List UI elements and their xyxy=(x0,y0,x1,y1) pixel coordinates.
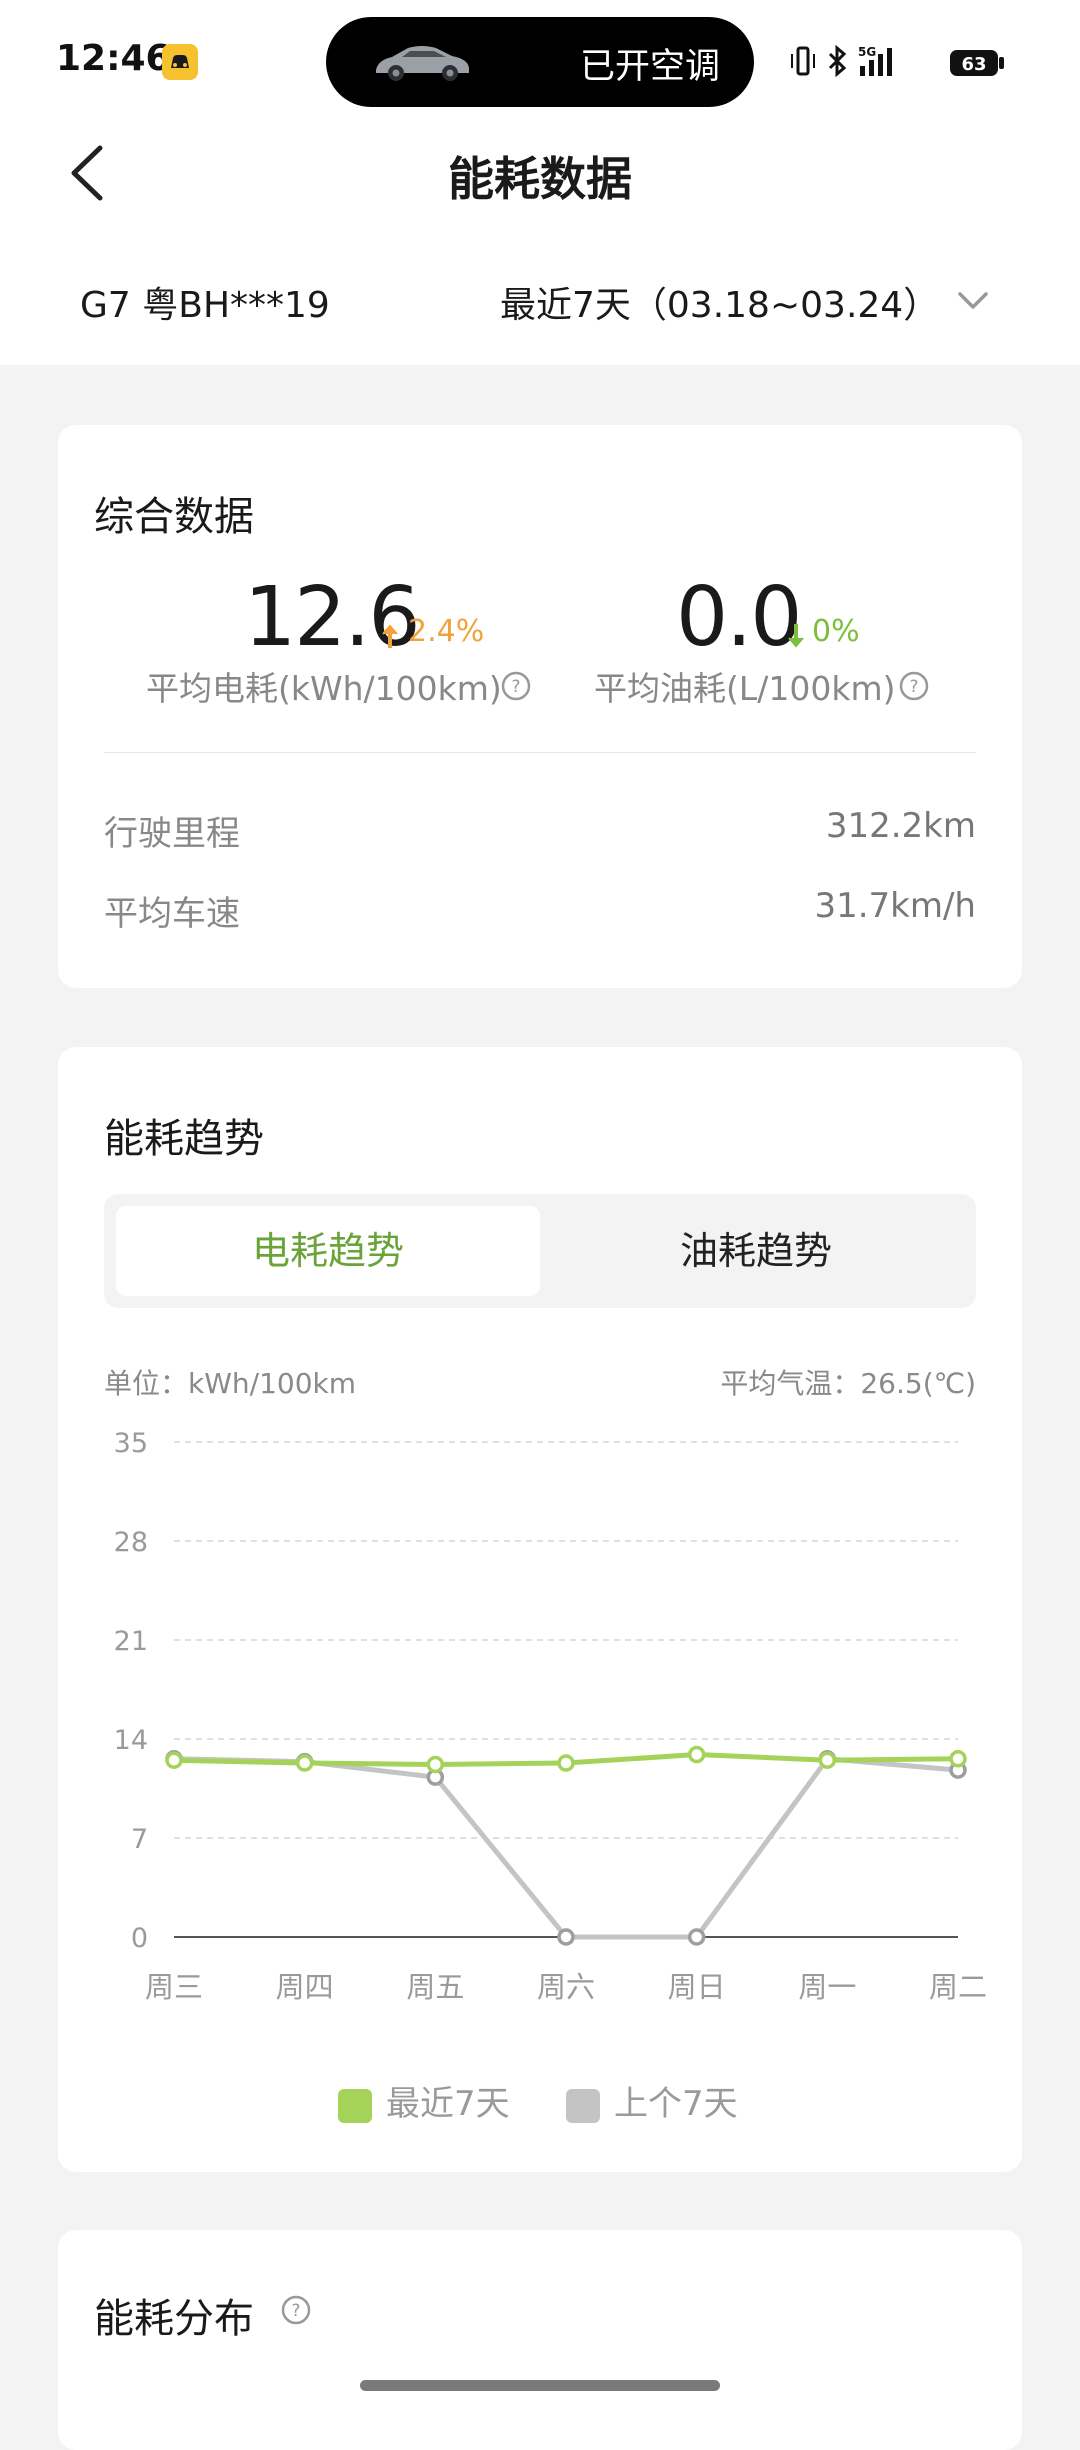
legend-swatch-recent xyxy=(338,2088,372,2123)
home-indicator[interactable] xyxy=(360,2380,720,2391)
data-point-previous xyxy=(687,1928,706,1946)
tab-electric-trend[interactable]: 电耗趋势 xyxy=(116,1206,540,1296)
legend-item-recent[interactable]: 最近7天 xyxy=(338,2076,510,2125)
svg-text:5G: 5G xyxy=(858,45,876,59)
svg-text:?: ? xyxy=(511,677,520,697)
fuel-change: 0% xyxy=(812,614,860,649)
y-tick-label: 35 xyxy=(114,1428,148,1459)
avg-electric-value: 12.6 xyxy=(244,570,421,665)
avg-temperature: 平均气温：26.5(℃) xyxy=(720,1367,976,1400)
avg-fuel-value: 0.0 xyxy=(676,570,802,665)
date-range-selector[interactable]: 最近7天（03.18~03.24） xyxy=(500,276,939,328)
energy-trend-chart: 0 7 14 21 28 35 周三 周四 周五 周六 周日 周一 周二 xyxy=(114,1428,987,2004)
tab-fuel-trend[interactable]: 油耗趋势 xyxy=(546,1206,966,1296)
signal-icon: 5G xyxy=(858,45,892,76)
x-tick-label: 周日 xyxy=(668,1970,726,2004)
chevron-down-icon[interactable] xyxy=(955,286,991,316)
help-icon[interactable]: ? xyxy=(280,2294,312,2326)
electric-change: 2.4% xyxy=(408,614,485,649)
x-tick-label: 周六 xyxy=(537,1970,595,2004)
data-point-recent xyxy=(426,1755,445,1774)
system-icons: 5G 63 xyxy=(790,42,1020,82)
x-tick-label: 周三 xyxy=(145,1970,203,2004)
svg-text:?: ? xyxy=(291,2301,300,2321)
island-status-text: 已开空调 xyxy=(580,47,721,87)
avg-fuel-label: 平均油耗(L/100km) xyxy=(594,669,896,708)
x-tick-label: 周四 xyxy=(276,1970,334,2004)
legend-swatch-previous xyxy=(566,2088,600,2123)
series-line-previous xyxy=(173,1756,959,1940)
unit-label: 单位：kWh/100km xyxy=(104,1367,357,1400)
battery-icon: 63 xyxy=(950,50,1004,76)
trend-title: 能耗趋势 xyxy=(104,1116,264,1162)
speed-value: 31.7km/h xyxy=(814,886,976,926)
x-tick-label: 周五 xyxy=(406,1970,464,2004)
data-point-recent xyxy=(818,1751,837,1769)
y-tick-label: 7 xyxy=(131,1824,148,1855)
mileage-label: 行驶里程 xyxy=(104,814,240,854)
y-tick-label: 14 xyxy=(114,1725,148,1756)
data-point-previous xyxy=(557,1928,575,1946)
overview-title: 综合数据 xyxy=(94,494,254,540)
car-thumbnail-icon xyxy=(370,38,474,84)
vibrate-icon xyxy=(791,46,815,76)
bluetooth-icon xyxy=(828,44,847,78)
divider xyxy=(104,752,976,753)
svg-text:?: ? xyxy=(909,677,918,697)
data-point-recent xyxy=(295,1754,314,1772)
car-app-icon xyxy=(162,44,198,80)
arrow-up-icon xyxy=(380,622,400,650)
x-tick-label: 周一 xyxy=(798,1970,856,2004)
page-title: 能耗数据 xyxy=(448,152,632,206)
data-point-recent xyxy=(687,1745,706,1764)
vehicle-selector[interactable]: G7 粤BH***19 xyxy=(80,276,330,328)
y-tick-label: 28 xyxy=(114,1527,148,1558)
data-point-recent xyxy=(949,1750,967,1768)
legend-label-previous: 上个7天 xyxy=(614,2084,738,2124)
help-icon[interactable]: ? xyxy=(500,670,532,702)
distribution-title: 能耗分布 xyxy=(94,2296,254,2342)
legend-label-recent: 最近7天 xyxy=(386,2084,510,2124)
status-time: 12:46 xyxy=(56,38,171,79)
speed-label: 平均车速 xyxy=(104,894,240,934)
y-tick-label: 0 xyxy=(131,1923,148,1954)
help-icon[interactable]: ? xyxy=(898,670,930,702)
svg-text:63: 63 xyxy=(961,54,986,75)
x-tick-label: 周二 xyxy=(929,1970,987,2004)
data-point-recent xyxy=(557,1754,575,1772)
data-point-recent xyxy=(165,1751,183,1769)
avg-electric-label: 平均电耗(kWh/100km) xyxy=(146,669,502,708)
mileage-value: 312.2km xyxy=(825,806,976,846)
arrow-down-icon xyxy=(786,622,806,650)
legend-item-previous[interactable]: 上个7天 xyxy=(566,2076,738,2125)
y-tick-label: 21 xyxy=(114,1626,148,1657)
